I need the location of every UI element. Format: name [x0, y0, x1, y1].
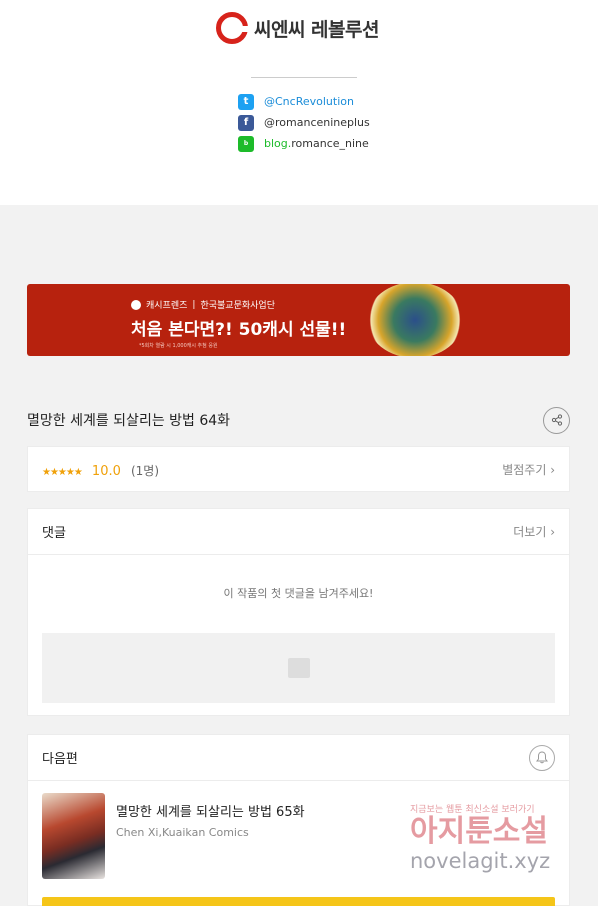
- episode-title: 멸망한 세계를 되살리는 방법 64화: [27, 413, 231, 429]
- blog-link[interactable]: b blog. romance_nine: [238, 133, 370, 154]
- twitter-link[interactable]: t @CncRevolution: [238, 91, 370, 112]
- rating-summary: ★★★★★ 10.0 (1명): [42, 460, 159, 479]
- rating-count: (1명): [130, 463, 160, 478]
- brand-logo[interactable]: 씨엔씨 레볼루션: [216, 12, 379, 44]
- divider: [251, 77, 357, 78]
- star-rating: ★★★★★: [42, 466, 83, 478]
- banner-sponsors: 캐시프렌즈 | 한국불교문화사업단: [131, 298, 275, 311]
- rating-score: 10.0: [91, 463, 121, 479]
- banner-title: 처음 본다면?! 50캐시 선물!!: [131, 320, 347, 340]
- next-episode-info: 멸망한 세계를 되살리는 방법 65화 Chen Xi,Kuaikan Comi…: [116, 793, 305, 879]
- twitter-handle: @CncRevolution: [264, 95, 354, 108]
- notification-button[interactable]: [529, 744, 555, 771]
- comments-title: 댓글: [42, 526, 66, 541]
- episode-thumbnail: [42, 793, 105, 879]
- episode-title-row: 멸망한 세계를 되살리는 방법 64화: [27, 404, 570, 436]
- dragon-illustration: [367, 284, 463, 356]
- rate-button[interactable]: 별점주기 ›: [502, 461, 555, 478]
- promo-banner[interactable]: 캐시프렌즈 | 한국불교문화사업단 처음 본다면?! 50캐시 선물!! *5회…: [27, 284, 570, 356]
- blog-icon: b: [238, 135, 254, 152]
- share-icon: [551, 414, 562, 426]
- comment-input[interactable]: [42, 633, 555, 703]
- facebook-link[interactable]: f @romancenineplus: [238, 112, 370, 133]
- header-section: 씨엔씨 레볼루션 t @CncRevolution f @romancenine…: [0, 0, 598, 205]
- banner-brand: 캐시프렌즈: [146, 301, 188, 311]
- banner-sponsor: 한국불교문화사업단: [200, 301, 275, 311]
- next-episode-item[interactable]: 멸망한 세계를 되살리는 방법 65화 Chen Xi,Kuaikan Comi…: [42, 793, 305, 879]
- facebook-handle: @romancenineplus: [264, 116, 370, 129]
- banner-note: *5회차 열람 시 1,000캐시 추첨 응원: [139, 343, 218, 349]
- rating-card: ★★★★★ 10.0 (1명) 별점주기 ›: [27, 446, 570, 492]
- facebook-icon: f: [238, 114, 254, 131]
- next-episode-title: 멸망한 세계를 되살리는 방법 65화: [116, 805, 305, 820]
- twitter-icon: t: [238, 93, 254, 110]
- read-next-button[interactable]: [42, 897, 555, 906]
- cnc-logo-icon: [216, 12, 250, 44]
- comments-more-link[interactable]: 더보기 ›: [513, 523, 555, 540]
- next-episode-author: Chen Xi,Kuaikan Comics: [116, 826, 249, 839]
- cash-icon: [131, 299, 141, 310]
- share-button[interactable]: [543, 406, 570, 434]
- banner-separator: |: [192, 299, 196, 310]
- next-episode-card: 다음편 멸망한 세계를 되살리는 방법 65화 Chen Xi,Kuaikan …: [27, 734, 570, 906]
- bell-icon: [536, 751, 548, 764]
- comments-card: 댓글 더보기 › 이 작품의 첫 댓글을 남겨주세요!: [27, 508, 570, 716]
- brand-name: 씨엔씨 레볼루션: [254, 18, 379, 41]
- write-icon: [287, 658, 310, 678]
- blog-handle: romance_nine: [291, 137, 369, 150]
- next-title-label: 다음편: [42, 752, 78, 767]
- blog-prefix: blog.: [264, 137, 292, 150]
- next-header: 다음편: [28, 735, 569, 781]
- social-links: t @CncRevolution f @romancenineplus b bl…: [238, 91, 370, 154]
- comments-header: 댓글 더보기 ›: [28, 509, 569, 555]
- comments-empty-message: 이 작품의 첫 댓글을 남겨주세요!: [223, 587, 374, 600]
